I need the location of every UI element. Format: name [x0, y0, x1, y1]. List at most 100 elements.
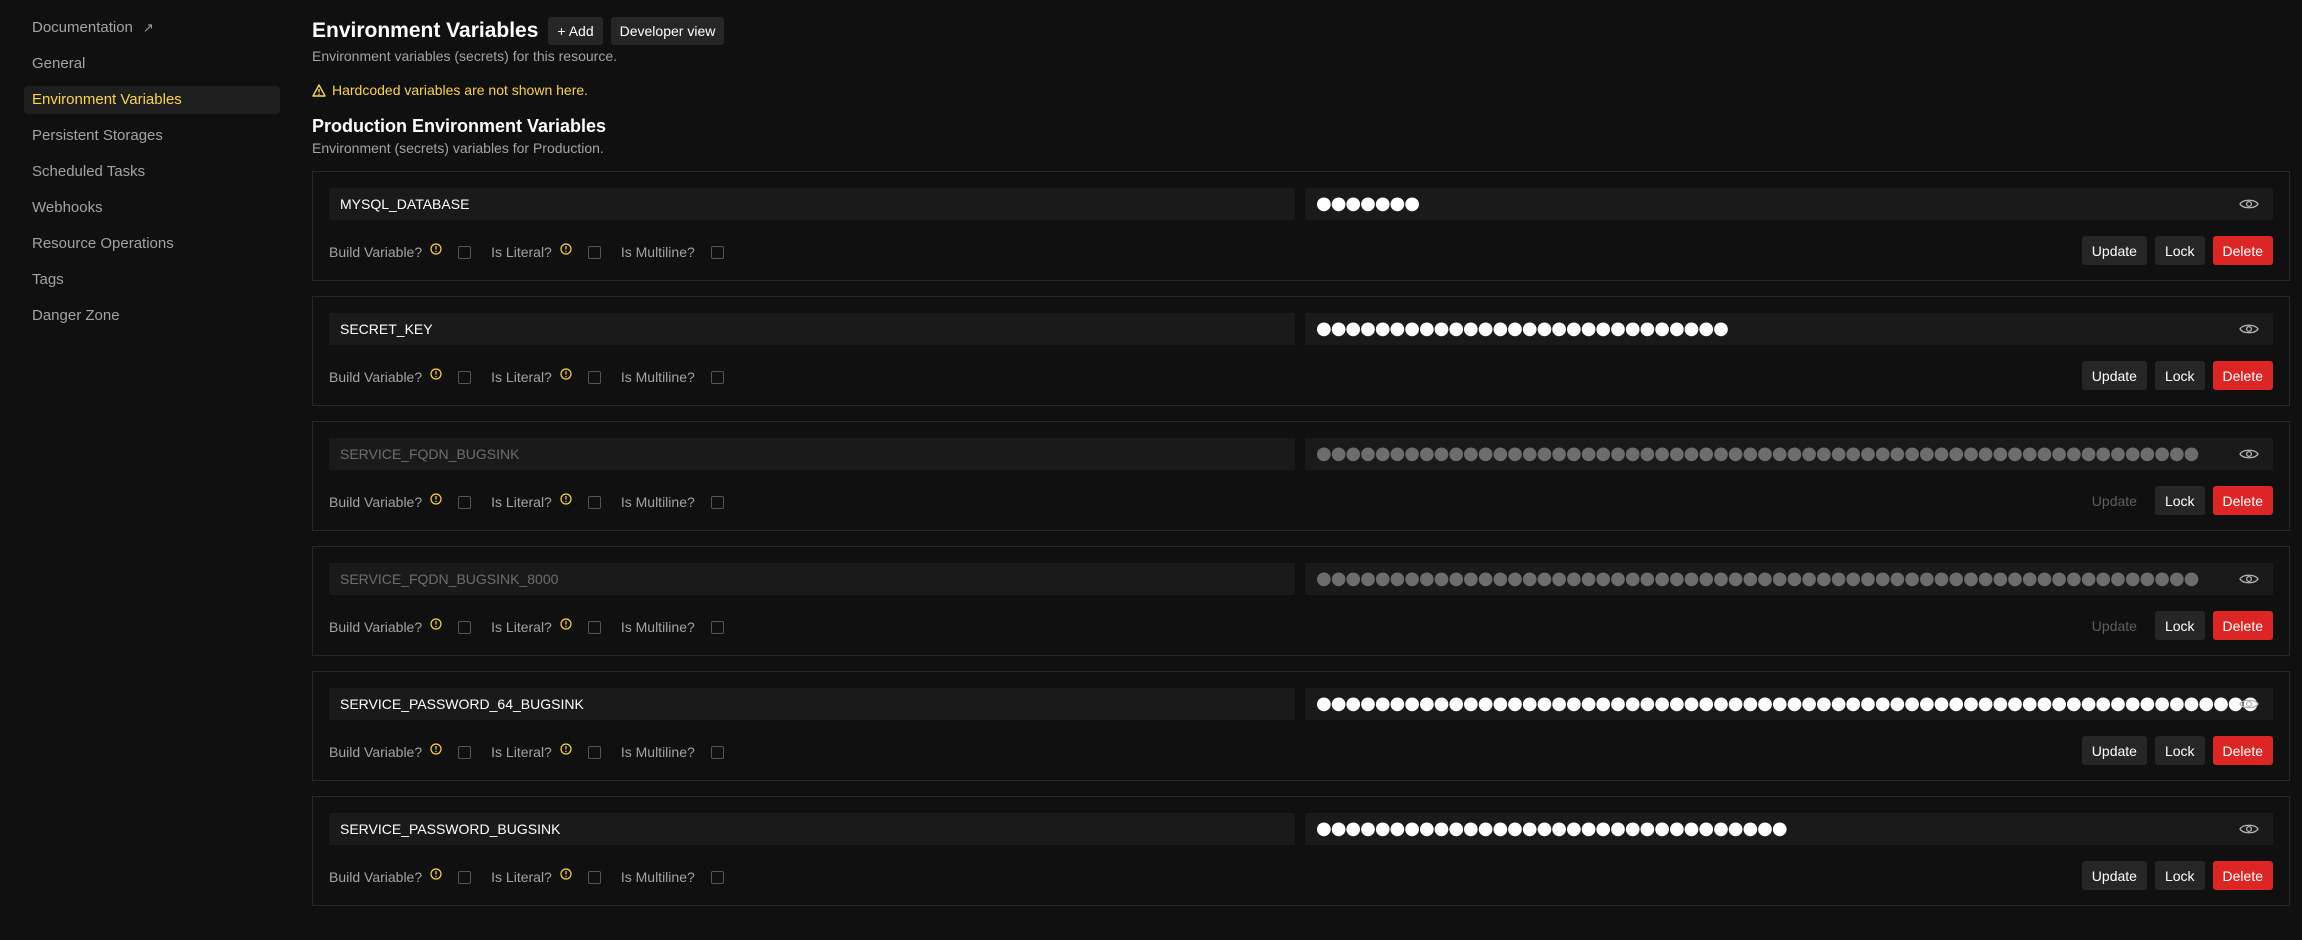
- variable-value-input[interactable]: ●●●●●●●●●●●●●●●●●●●●●●●●●●●●●●●●●●●●●●●●…: [1305, 438, 2273, 470]
- sidebar-item-environment-variables[interactable]: Environment Variables: [24, 86, 280, 114]
- is-literal-label: Is Literal?: [491, 869, 552, 885]
- info-icon[interactable]: [430, 493, 442, 505]
- variable-value-input[interactable]: ●●●●●●●●●●●●●●●●●●●●●●●●●●●●●●●●●●●●●●●●…: [1305, 688, 2273, 720]
- is-literal-checkbox[interactable]: [587, 370, 601, 384]
- is-multiline-label: Is Multiline?: [620, 744, 695, 760]
- is-multiline-checkbox[interactable]: [710, 870, 724, 884]
- info-icon[interactable]: [430, 368, 442, 380]
- is-literal-label: Is Literal?: [491, 369, 552, 385]
- variable-key: SERVICE_FQDN_BUGSINK: [340, 446, 520, 462]
- eye-icon[interactable]: [2239, 448, 2259, 460]
- info-icon[interactable]: [560, 243, 572, 255]
- variable-value-input[interactable]: ●●●●●●●●●●●●●●●●●●●●●●●●●●●●●●●●: [1305, 813, 2273, 845]
- is-multiline-checkbox[interactable]: [710, 245, 724, 259]
- is-multiline-label: Is Multiline?: [620, 619, 695, 635]
- is-literal-checkbox[interactable]: [587, 745, 601, 759]
- variable-key-input[interactable]: MYSQL_DATABASE: [329, 188, 1295, 220]
- is-literal-checkbox[interactable]: [587, 495, 601, 509]
- delete-button[interactable]: Delete: [2212, 861, 2273, 890]
- build-variable-label: Build Variable?: [329, 369, 423, 385]
- variable-key-input[interactable]: SERVICE_FQDN_BUGSINK: [329, 438, 1295, 470]
- is-multiline-checkbox[interactable]: [710, 370, 724, 384]
- delete-button[interactable]: Delete: [2212, 361, 2273, 390]
- sidebar-item-persistent-storages[interactable]: Persistent Storages: [24, 122, 280, 150]
- section-title: Production Environment Variables: [312, 116, 607, 136]
- variable-value-input[interactable]: ●●●●●●●●●●●●●●●●●●●●●●●●●●●●: [1305, 313, 2273, 345]
- add-button[interactable]: + Add: [548, 17, 603, 45]
- is-multiline-label: Is Multiline?: [620, 494, 695, 510]
- info-icon[interactable]: [430, 618, 442, 630]
- info-icon[interactable]: [560, 743, 572, 755]
- info-icon[interactable]: [560, 368, 572, 380]
- build-variable-checkbox[interactable]: [458, 870, 472, 884]
- info-icon[interactable]: [560, 493, 572, 505]
- variable-key-input[interactable]: SECRET_KEY: [329, 313, 1295, 345]
- is-multiline-checkbox[interactable]: [710, 620, 724, 634]
- info-icon[interactable]: [560, 618, 572, 630]
- lock-button[interactable]: Lock: [2154, 361, 2205, 390]
- section-subtitle: Environment (secrets) variables for Prod…: [312, 140, 604, 156]
- build-variable-checkbox[interactable]: [458, 245, 472, 259]
- update-button[interactable]: Update: [2081, 361, 2147, 390]
- update-button[interactable]: Update: [2082, 486, 2147, 515]
- lock-button[interactable]: Lock: [2154, 611, 2205, 640]
- build-variable-checkbox[interactable]: [458, 745, 472, 759]
- variable-value-input[interactable]: ●●●●●●●: [1305, 188, 2273, 220]
- sidebar-item-tags[interactable]: Tags: [24, 266, 280, 294]
- variable-key-input[interactable]: SERVICE_PASSWORD_BUGSINK: [329, 813, 1295, 845]
- variable-value-masked: ●●●●●●●●●●●●●●●●●●●●●●●●●●●●●●●●●●●●●●●●…: [1316, 568, 2199, 589]
- variable-key-input[interactable]: SERVICE_PASSWORD_64_BUGSINK: [329, 688, 1295, 720]
- sidebar: Documentation ↗ General Environment Varia…: [24, 14, 280, 338]
- build-variable-label: Build Variable?: [329, 744, 423, 760]
- sidebar-item-scheduled-tasks[interactable]: Scheduled Tasks: [24, 158, 280, 186]
- lock-button[interactable]: Lock: [2154, 736, 2205, 765]
- delete-button[interactable]: Delete: [2212, 236, 2273, 265]
- is-literal-checkbox[interactable]: [587, 620, 601, 634]
- sidebar-item-general[interactable]: General: [24, 50, 280, 78]
- build-variable-checkbox[interactable]: [458, 495, 472, 509]
- build-variable-checkbox[interactable]: [458, 620, 472, 634]
- env-variable-card: SERVICE_PASSWORD_64_BUGSINK ●●●●●●●●●●●●…: [312, 671, 2290, 781]
- lock-button[interactable]: Lock: [2154, 486, 2205, 515]
- developer-view-button[interactable]: Developer view: [610, 17, 725, 45]
- eye-icon[interactable]: [2239, 323, 2259, 335]
- is-literal-checkbox[interactable]: [587, 870, 601, 884]
- variable-key: MYSQL_DATABASE: [340, 196, 470, 212]
- variable-options: Build Variable? Is Literal? Is Multiline…: [329, 617, 744, 637]
- eye-icon[interactable]: [2239, 573, 2259, 585]
- is-literal-label: Is Literal?: [491, 494, 552, 510]
- lock-button[interactable]: Lock: [2154, 861, 2205, 890]
- page-subtitle: Environment variables (secrets) for this…: [312, 48, 617, 64]
- variable-value-input[interactable]: ●●●●●●●●●●●●●●●●●●●●●●●●●●●●●●●●●●●●●●●●…: [1305, 563, 2273, 595]
- update-button[interactable]: Update: [2081, 736, 2147, 765]
- variable-actions: Update Lock Delete: [2082, 486, 2273, 515]
- variable-key: SECRET_KEY: [340, 321, 433, 337]
- delete-button[interactable]: Delete: [2212, 486, 2273, 515]
- is-multiline-checkbox[interactable]: [710, 495, 724, 509]
- info-icon[interactable]: [430, 868, 442, 880]
- info-icon[interactable]: [430, 743, 442, 755]
- eye-icon[interactable]: [2239, 198, 2259, 210]
- eye-icon[interactable]: [2239, 823, 2259, 835]
- update-button[interactable]: Update: [2082, 611, 2147, 640]
- sidebar-item-danger-zone[interactable]: Danger Zone: [24, 302, 280, 330]
- build-variable-checkbox[interactable]: [458, 370, 472, 384]
- info-icon[interactable]: [430, 243, 442, 255]
- is-multiline-label: Is Multiline?: [620, 869, 695, 885]
- is-literal-label: Is Literal?: [491, 744, 552, 760]
- sidebar-item-resource-operations[interactable]: Resource Operations: [24, 230, 280, 258]
- variable-options: Build Variable? Is Literal? Is Multiline…: [329, 492, 744, 512]
- eye-icon[interactable]: [2239, 698, 2259, 710]
- info-icon[interactable]: [560, 868, 572, 880]
- is-literal-checkbox[interactable]: [587, 245, 601, 259]
- sidebar-item-webhooks[interactable]: Webhooks: [24, 194, 280, 222]
- sidebar-item-documentation[interactable]: Documentation ↗: [24, 14, 280, 42]
- delete-button[interactable]: Delete: [2212, 611, 2273, 640]
- update-button[interactable]: Update: [2081, 236, 2147, 265]
- env-variable-card: SERVICE_FQDN_BUGSINK_8000 ●●●●●●●●●●●●●●…: [312, 546, 2290, 656]
- variable-key-input[interactable]: SERVICE_FQDN_BUGSINK_8000: [329, 563, 1295, 595]
- is-multiline-checkbox[interactable]: [710, 745, 724, 759]
- lock-button[interactable]: Lock: [2154, 236, 2205, 265]
- update-button[interactable]: Update: [2081, 861, 2147, 890]
- delete-button[interactable]: Delete: [2212, 736, 2273, 765]
